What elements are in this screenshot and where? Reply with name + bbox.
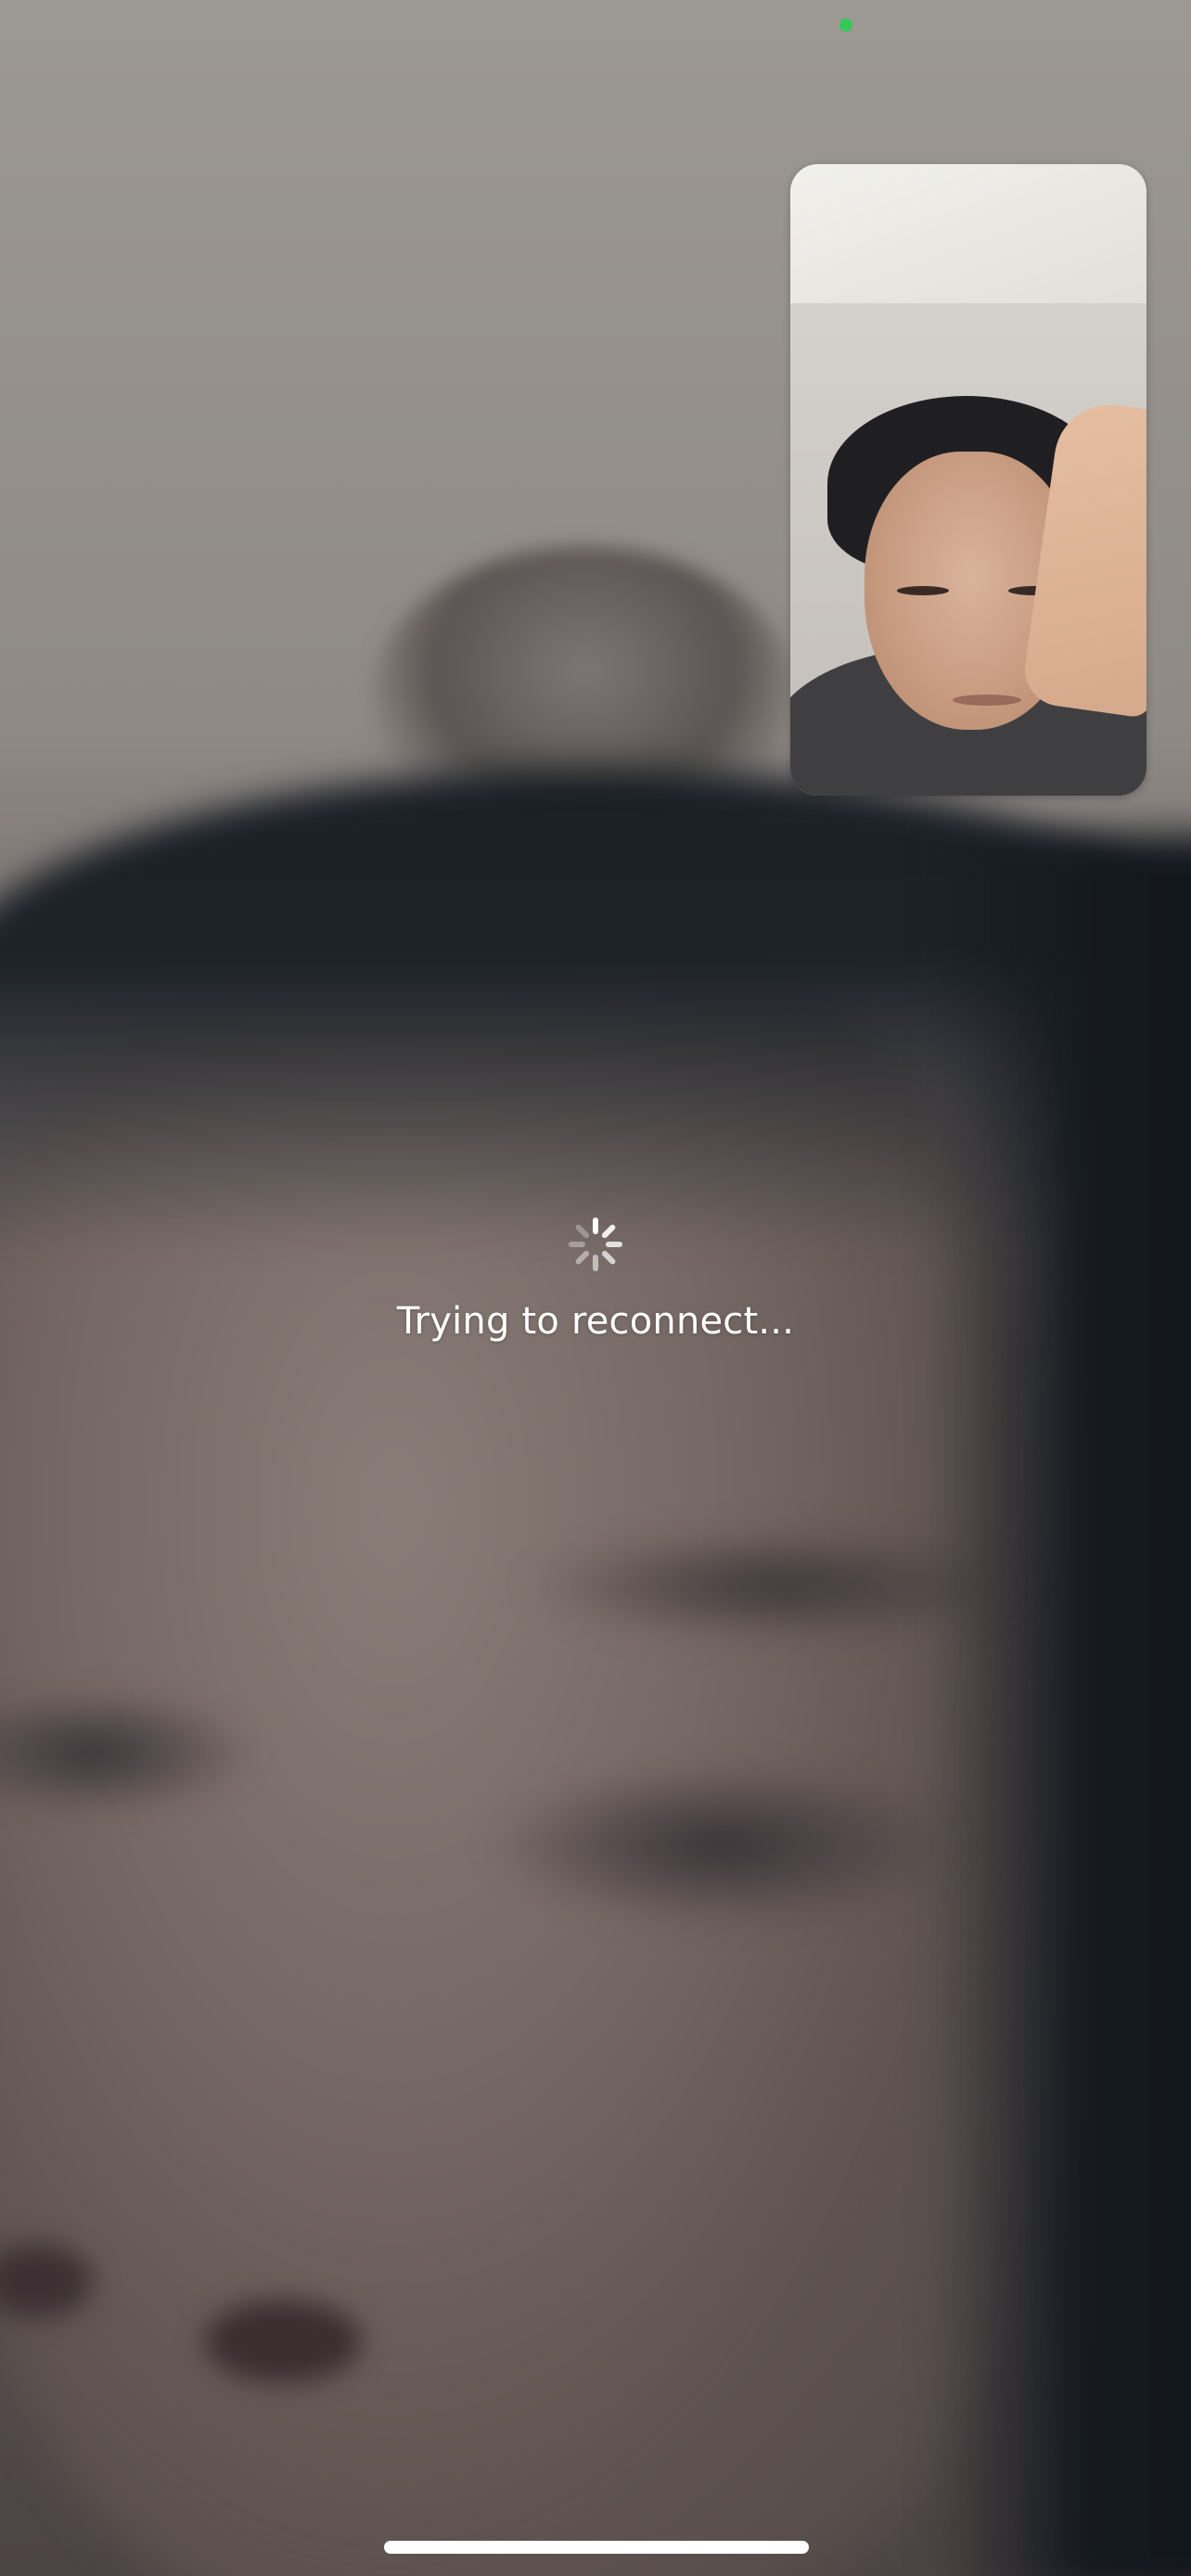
home-indicator[interactable] [384, 2541, 809, 2554]
remote-eye-right [482, 1762, 965, 1929]
activity-spinner-icon [569, 1218, 622, 1271]
self-view-tile[interactable] [790, 164, 1146, 796]
self-view-mouth [953, 695, 1021, 706]
remote-hair-side [931, 835, 1191, 2576]
remote-nose-shadow [204, 2300, 362, 2383]
remote-brow [519, 1530, 1039, 1641]
self-view-background [790, 164, 1146, 303]
reconnect-overlay: Trying to reconnect... [0, 1215, 1191, 1343]
self-view-eye [897, 586, 949, 595]
facetime-call-screen: Trying to reconnect... [0, 0, 1191, 2576]
reconnect-status-text: Trying to reconnect... [396, 1300, 795, 1343]
camera-in-use-indicator [839, 19, 852, 32]
